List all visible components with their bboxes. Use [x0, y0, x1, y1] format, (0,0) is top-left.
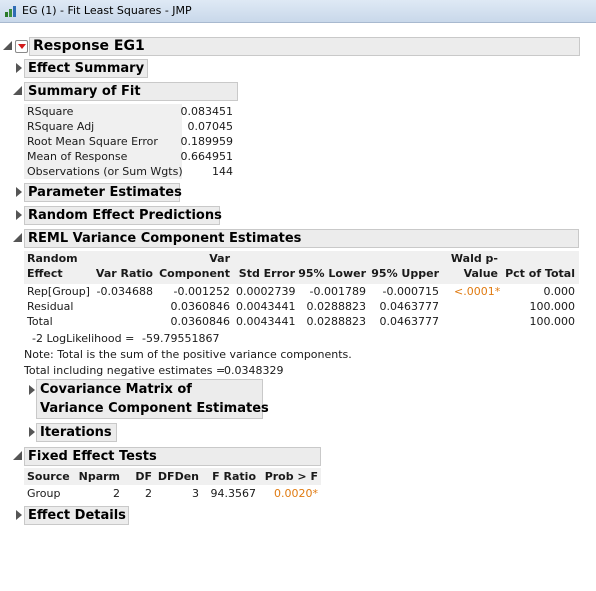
reml-col-lower: 95% Lower — [298, 267, 366, 280]
reml-row-pct: 100.000 — [529, 300, 576, 313]
response-title: Response EG1 — [33, 38, 145, 54]
reml-note: Note: Total is the sum of the positive v… — [24, 348, 352, 361]
window-title: EG (1) - Fit Least Squares - JMP — [22, 4, 192, 17]
fit-value-rsquare-adj: 0.07045 — [187, 120, 234, 133]
jmp-app-icon — [5, 6, 16, 17]
fixed-col-source: Source — [27, 470, 70, 483]
response-outline-open-icon[interactable] — [3, 41, 12, 50]
reml-row-std-error: 0.0002739 — [236, 285, 296, 298]
fixed-effect-tests-open-icon[interactable] — [13, 451, 22, 460]
fit-value-rmse: 0.189959 — [180, 135, 234, 148]
fixed-row-nparm: 2 — [113, 487, 120, 500]
reml-row-lower: 0.0288823 — [306, 300, 367, 313]
covariance-matrix-closed-icon[interactable] — [29, 385, 35, 395]
reml-col-upper: 95% Upper — [371, 267, 439, 280]
reml-col-pct-total: Pct of Total — [505, 267, 575, 280]
reml-row-pct: 100.000 — [529, 315, 576, 328]
parameter-estimates-header[interactable]: Parameter Estimates — [24, 183, 182, 202]
effect-details-closed-icon[interactable] — [16, 510, 22, 520]
reml-col-wald-2: Value — [463, 267, 498, 280]
reml-row-var-ratio: -0.034688 — [96, 285, 153, 298]
reml-row-lower: -0.001789 — [309, 285, 366, 298]
summary-of-fit-header[interactable]: Summary of Fit — [24, 82, 238, 101]
reml-row-effect: Total — [27, 315, 53, 328]
fit-label-rsquare-adj: RSquare Adj — [27, 120, 95, 133]
reml-col-var-ratio: Var Ratio — [95, 267, 153, 280]
random-effect-predictions-header[interactable]: Random Effect Predictions — [24, 206, 222, 225]
reml-row-std-error: 0.0043441 — [236, 300, 296, 313]
loglik-value: -59.79551867 — [142, 332, 220, 345]
parameter-estimates-closed-icon[interactable] — [16, 187, 22, 197]
negative-estimates-value: 0.0348329 — [224, 364, 284, 377]
fixed-row-dfden: 3 — [192, 487, 199, 500]
fit-value-mean: 0.664951 — [180, 150, 234, 163]
random-effect-predictions-label: Random Effect Predictions — [28, 208, 222, 223]
reml-col-effect-2: Effect — [27, 267, 63, 280]
reml-col-std-error: Std Error — [238, 267, 295, 280]
reml-row-std-error: 0.0043441 — [236, 315, 296, 328]
fixed-col-dfden: DFDen — [157, 470, 199, 483]
fit-value-observations: 144 — [212, 165, 233, 178]
window-titlebar: EG (1) - Fit Least Squares - JMP — [0, 0, 596, 23]
reml-open-icon[interactable] — [13, 233, 22, 242]
effect-details-label: Effect Details — [28, 508, 126, 523]
reml-header[interactable]: REML Variance Component Estimates — [24, 229, 579, 248]
fixed-col-nparm: Nparm — [78, 470, 120, 483]
fixed-row-f-ratio: 94.3567 — [210, 487, 257, 500]
reml-row-var-component: 0.0360846 — [170, 315, 231, 328]
summary-of-fit-open-icon[interactable] — [13, 86, 22, 95]
effect-summary-closed-icon[interactable] — [16, 63, 22, 73]
reml-col-wald-1: Wald p- — [450, 252, 498, 265]
reml-row-effect: Rep[Group] — [27, 285, 90, 298]
parameter-estimates-label: Parameter Estimates — [28, 185, 182, 200]
covariance-matrix-header[interactable]: Covariance Matrix of Variance Component … — [36, 379, 269, 419]
reml-col-var-2: Component — [159, 267, 230, 280]
effect-summary-header[interactable]: Effect Summary — [24, 59, 148, 78]
reml-col-var-1: Var — [209, 252, 230, 265]
reml-row-upper: 0.0463777 — [379, 315, 440, 328]
fit-label-rmse: Root Mean Square Error — [27, 135, 158, 148]
reml-row-pct: 0.000 — [543, 285, 576, 298]
fixed-effect-tests-title: Fixed Effect Tests — [28, 449, 157, 464]
fit-label-rsquare: RSquare — [27, 105, 74, 118]
negative-estimates-label: Total including negative estimates = — [24, 364, 226, 377]
effect-details-header[interactable]: Effect Details — [24, 506, 129, 525]
fixed-col-prob: Prob > F — [264, 470, 318, 483]
red-triangle-menu-icon[interactable] — [15, 40, 28, 53]
fixed-row-df: 2 — [145, 487, 152, 500]
fixed-col-f-ratio: F Ratio — [212, 470, 256, 483]
iterations-label: Iterations — [40, 425, 112, 440]
summary-of-fit-title: Summary of Fit — [28, 84, 141, 99]
reml-row-upper: -0.000715 — [382, 285, 439, 298]
reml-row-effect: Residual — [27, 300, 74, 313]
reml-row-upper: 0.0463777 — [379, 300, 440, 313]
fixed-row-prob: 0.0020* — [274, 487, 318, 500]
iterations-closed-icon[interactable] — [29, 427, 35, 437]
fit-label-observations: Observations (or Sum Wgts) — [27, 165, 183, 178]
loglik-label: -2 LogLikelihood = — [32, 332, 135, 345]
fit-value-rsquare: 0.083451 — [180, 105, 234, 118]
covariance-title-line-2: Variance Component Estimates — [40, 401, 269, 416]
fixed-effect-tests-header[interactable]: Fixed Effect Tests — [24, 447, 321, 466]
fit-label-mean: Mean of Response — [27, 150, 128, 163]
reml-col-effect-1: Random — [27, 252, 78, 265]
reml-row-lower: 0.0288823 — [306, 315, 367, 328]
iterations-header[interactable]: Iterations — [36, 423, 117, 442]
response-header[interactable]: Response EG1 — [29, 37, 580, 56]
reml-row-var-component: -0.001252 — [173, 285, 230, 298]
covariance-title-line-1: Covariance Matrix of — [40, 382, 192, 397]
fixed-row-source: Group — [27, 487, 61, 500]
effect-summary-label: Effect Summary — [28, 61, 145, 76]
reml-row-wald: <.0001* — [454, 285, 501, 298]
fixed-col-df: DF — [135, 470, 152, 483]
reml-row-var-component: 0.0360846 — [170, 300, 231, 313]
random-effect-predictions-closed-icon[interactable] — [16, 210, 22, 220]
reml-title: REML Variance Component Estimates — [28, 231, 302, 246]
